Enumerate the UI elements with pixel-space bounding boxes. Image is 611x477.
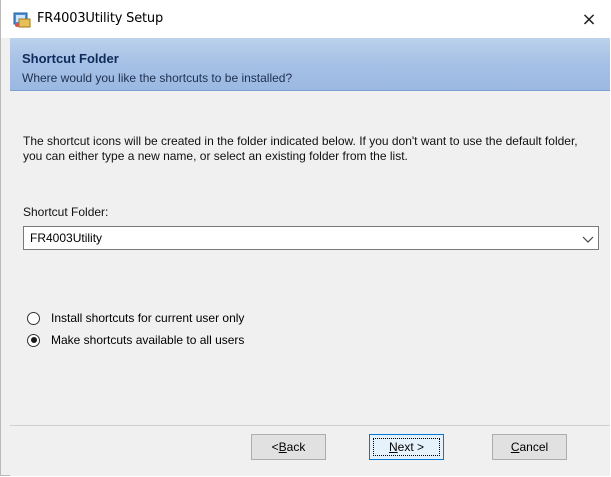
option-current-user[interactable]: Install shortcuts for current user only	[27, 311, 244, 325]
back-button[interactable]: < Back	[251, 434, 326, 460]
window-title: FR4003Utility Setup	[37, 11, 164, 26]
wizard-content: The shortcut icons will be created in th…	[10, 91, 610, 425]
back-button-prefix[interactable]: <	[272, 440, 279, 454]
wizard-header: Shortcut Folder Where would you like the…	[10, 38, 610, 91]
shortcut-folder-label: Shortcut Folder:	[23, 205, 109, 219]
shortcut-folder-combobox[interactable]: FR4003Utility	[23, 226, 599, 250]
close-icon[interactable]: ×	[581, 9, 596, 30]
cancel-button-accel[interactable]: C	[511, 440, 520, 454]
cancel-button[interactable]: Cancel	[492, 434, 567, 460]
shortcut-folder-value[interactable]: FR4003Utility	[30, 231, 102, 245]
back-button-label[interactable]: ack	[287, 440, 306, 454]
title-bar: FR4003Utility Setup ×	[1, 0, 611, 38]
radio-all-users[interactable]	[27, 333, 40, 347]
next-button[interactable]: Next >	[369, 434, 444, 460]
cancel-button-label[interactable]: ancel	[519, 440, 548, 454]
option-all-users[interactable]: Make shortcuts available to all users	[27, 333, 244, 347]
back-button-accel[interactable]: B	[279, 440, 287, 454]
close-button[interactable]: ×	[566, 0, 611, 38]
chevron-down-icon[interactable]	[582, 233, 594, 243]
page-title: Shortcut Folder	[22, 51, 119, 66]
option-current-user-label[interactable]: Install shortcuts for current user only	[51, 311, 244, 325]
instructions-text: The shortcut icons will be created in th…	[23, 134, 578, 163]
page-subtitle: Where would you like the shortcuts to be…	[22, 71, 293, 85]
radio-current-user[interactable]	[27, 311, 40, 325]
wizard-footer: < Back Next > Cancel	[10, 426, 610, 476]
installer-icon	[13, 10, 31, 28]
next-button-accel[interactable]: N	[389, 440, 398, 454]
setup-window: FR4003Utility Setup × Shortcut Folder Wh…	[0, 0, 611, 476]
next-button-label[interactable]: ext >	[398, 440, 424, 454]
option-all-users-label[interactable]: Make shortcuts available to all users	[51, 333, 244, 347]
